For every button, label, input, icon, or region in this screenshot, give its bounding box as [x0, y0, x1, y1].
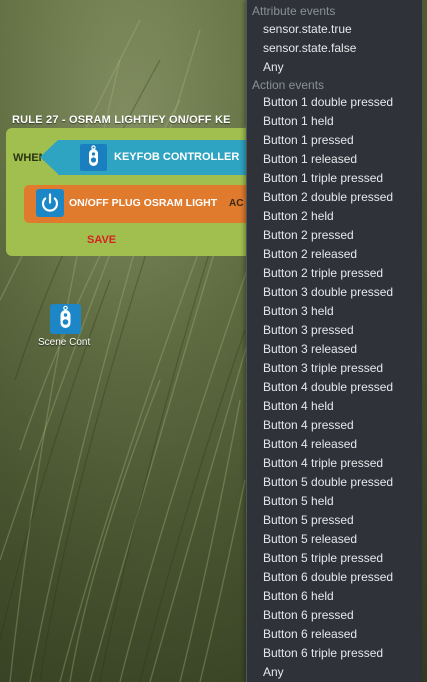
- action-option[interactable]: Button 3 triple pressed: [263, 361, 383, 375]
- trigger-label: KEYFOB CONTROLLER: [114, 151, 240, 163]
- action-option[interactable]: Button 1 released: [263, 152, 357, 166]
- attribute-option[interactable]: sensor.state.true: [263, 22, 352, 36]
- action-option[interactable]: Button 4 held: [263, 399, 334, 413]
- action-option[interactable]: Button 1 triple pressed: [263, 171, 383, 185]
- action-option[interactable]: Button 5 released: [263, 532, 357, 546]
- action-option[interactable]: Button 5 pressed: [263, 513, 354, 527]
- action-option[interactable]: Button 4 double pressed: [263, 380, 393, 394]
- action-suffix: AC: [229, 198, 244, 209]
- action-option[interactable]: Button 3 double pressed: [263, 285, 393, 299]
- action-option[interactable]: Button 1 double pressed: [263, 95, 393, 109]
- rule-title: RULE 27 - OSRAM LIGHTIFY ON/OFF KE: [12, 114, 231, 126]
- action-block-plug[interactable]: ON/OFF PLUG OSRAM LIGHT AC: [24, 185, 246, 223]
- action-option[interactable]: Button 6 held: [263, 589, 334, 603]
- scene-controller-label: Scene Cont: [38, 337, 91, 348]
- action-option[interactable]: Button 6 pressed: [263, 608, 354, 622]
- action-option[interactable]: Button 2 released: [263, 247, 357, 261]
- attribute-option[interactable]: Any: [263, 60, 284, 74]
- action-option[interactable]: Button 1 pressed: [263, 133, 354, 147]
- event-dropdown-menu[interactable]: Attribute events sensor.state.true sensor…: [246, 0, 422, 682]
- action-option[interactable]: Button 2 pressed: [263, 228, 354, 242]
- action-option[interactable]: Button 3 released: [263, 342, 357, 356]
- action-option[interactable]: Button 5 held: [263, 494, 334, 508]
- attribute-option[interactable]: sensor.state.false: [263, 41, 356, 55]
- action-option[interactable]: Button 6 triple pressed: [263, 646, 383, 660]
- action-option[interactable]: Button 3 held: [263, 304, 334, 318]
- action-option[interactable]: Button 2 triple pressed: [263, 266, 383, 280]
- action-events-header: Action events: [252, 78, 325, 92]
- keyfob-icon: [80, 144, 107, 171]
- action-option[interactable]: Button 4 released: [263, 437, 357, 451]
- action-option[interactable]: Button 2 double pressed: [263, 190, 393, 204]
- attribute-events-header: Attribute events: [252, 4, 336, 18]
- action-option[interactable]: Button 5 triple pressed: [263, 551, 383, 565]
- action-option[interactable]: Button 5 double pressed: [263, 475, 393, 489]
- action-option[interactable]: Button 4 triple pressed: [263, 456, 383, 470]
- action-option[interactable]: Button 6 double pressed: [263, 570, 393, 584]
- trigger-block-keyfob[interactable]: KEYFOB CONTROLLER: [40, 140, 246, 175]
- action-option[interactable]: Button 1 held: [263, 114, 334, 128]
- scene-controller-palette-icon[interactable]: [50, 304, 81, 334]
- action-label: ON/OFF PLUG OSRAM LIGHT: [69, 197, 218, 209]
- action-option[interactable]: Button 3 pressed: [263, 323, 354, 337]
- action-option[interactable]: Button 6 released: [263, 627, 357, 641]
- save-button[interactable]: SAVE: [87, 234, 116, 246]
- action-option[interactable]: Button 2 held: [263, 209, 334, 223]
- power-icon: [36, 189, 64, 217]
- action-option[interactable]: Any: [263, 665, 284, 679]
- action-option[interactable]: Button 4 pressed: [263, 418, 354, 432]
